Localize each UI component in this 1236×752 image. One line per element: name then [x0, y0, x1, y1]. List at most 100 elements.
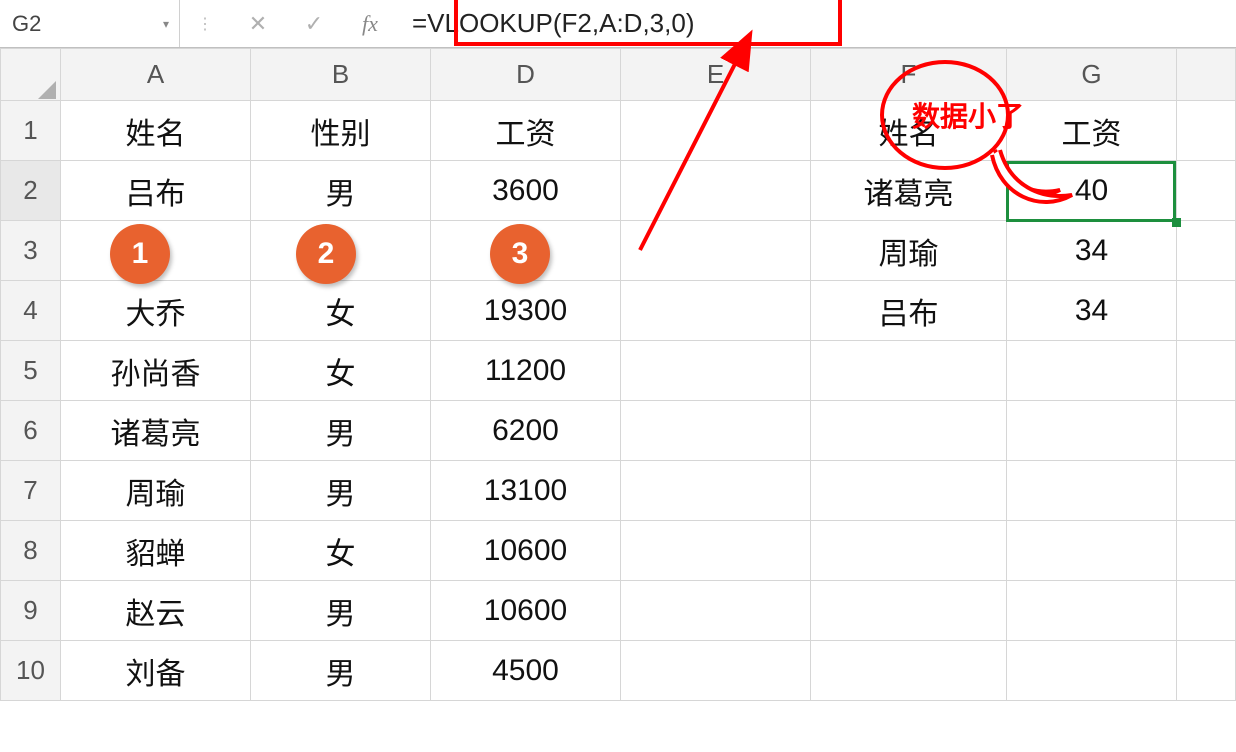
cell-B7[interactable]: 男 — [251, 461, 431, 521]
cell-F8[interactable] — [811, 521, 1007, 581]
cell-D1[interactable]: 工资 — [431, 101, 621, 161]
cell-A9[interactable]: 赵云 — [61, 581, 251, 641]
cell-blank-5[interactable] — [1177, 341, 1236, 401]
cell-blank-2[interactable] — [1177, 161, 1236, 221]
cell-F1[interactable]: 姓名 — [811, 101, 1007, 161]
fill-handle[interactable] — [1172, 218, 1181, 227]
cell-E7[interactable] — [621, 461, 811, 521]
cell-blank-7[interactable] — [1177, 461, 1236, 521]
cell-G8[interactable] — [1007, 521, 1177, 581]
col-header-G[interactable]: G — [1007, 49, 1177, 101]
cell-blank-3[interactable] — [1177, 221, 1236, 281]
cell-D2[interactable]: 3600 — [431, 161, 621, 221]
cell-blank-6[interactable] — [1177, 401, 1236, 461]
cell-G4[interactable]: 34 — [1007, 281, 1177, 341]
cell-E6[interactable] — [621, 401, 811, 461]
cell-F2[interactable]: 诸葛亮 — [811, 161, 1007, 221]
cell-D8[interactable]: 10600 — [431, 521, 621, 581]
cell-G1[interactable]: 工资 — [1007, 101, 1177, 161]
cell-F4[interactable]: 吕布 — [811, 281, 1007, 341]
cell-B2[interactable]: 男 — [251, 161, 431, 221]
cell-F5[interactable] — [811, 341, 1007, 401]
cell-D4[interactable]: 19300 — [431, 281, 621, 341]
cell-B3[interactable] — [251, 221, 431, 281]
cell-G10[interactable] — [1007, 641, 1177, 701]
row-header-5[interactable]: 5 — [1, 341, 61, 401]
cell-B9[interactable]: 男 — [251, 581, 431, 641]
row-header-8[interactable]: 8 — [1, 521, 61, 581]
cell-E5[interactable] — [621, 341, 811, 401]
cell-D10[interactable]: 4500 — [431, 641, 621, 701]
formula-text: =VLOOKUP(F2,A:D,3,0) — [412, 8, 694, 39]
spreadsheet-grid[interactable]: A B D E F G 1 姓名 性别 工资 姓名 工资 2 吕布 男 3600… — [0, 48, 1236, 701]
row-header-7[interactable]: 7 — [1, 461, 61, 521]
cell-blank-1[interactable] — [1177, 101, 1236, 161]
cell-G7[interactable] — [1007, 461, 1177, 521]
cell-E10[interactable] — [621, 641, 811, 701]
cell-F10[interactable] — [811, 641, 1007, 701]
row-1: 1 姓名 性别 工资 姓名 工资 — [1, 101, 1236, 161]
cell-G2[interactable]: 40 — [1007, 161, 1177, 221]
col-header-E[interactable]: E — [621, 49, 811, 101]
col-header-blank[interactable] — [1177, 49, 1236, 101]
fx-icon[interactable]: fx — [342, 0, 398, 47]
cell-D9[interactable]: 10600 — [431, 581, 621, 641]
cell-A4[interactable]: 大乔 — [61, 281, 251, 341]
cell-G3[interactable]: 34 — [1007, 221, 1177, 281]
cell-B4[interactable]: 女 — [251, 281, 431, 341]
cell-blank-10[interactable] — [1177, 641, 1236, 701]
row-header-3[interactable]: 3 — [1, 221, 61, 281]
cell-G9[interactable] — [1007, 581, 1177, 641]
cell-A7[interactable]: 周瑜 — [61, 461, 251, 521]
cell-B6[interactable]: 男 — [251, 401, 431, 461]
cell-D5[interactable]: 11200 — [431, 341, 621, 401]
cell-A6[interactable]: 诸葛亮 — [61, 401, 251, 461]
row-header-1[interactable]: 1 — [1, 101, 61, 161]
col-header-F[interactable]: F — [811, 49, 1007, 101]
col-header-D[interactable]: D — [431, 49, 621, 101]
cell-F3[interactable]: 周瑜 — [811, 221, 1007, 281]
cell-E1[interactable] — [621, 101, 811, 161]
formula-input[interactable]: =VLOOKUP(F2,A:D,3,0) — [398, 0, 1236, 47]
cell-D6[interactable]: 6200 — [431, 401, 621, 461]
cell-A5[interactable]: 孙尚香 — [61, 341, 251, 401]
cell-A3[interactable]: 乔 — [61, 221, 251, 281]
row-header-4[interactable]: 4 — [1, 281, 61, 341]
name-box[interactable]: G2 ▾ — [0, 0, 180, 47]
col-header-B[interactable]: B — [251, 49, 431, 101]
cell-E3[interactable] — [621, 221, 811, 281]
cell-F6[interactable] — [811, 401, 1007, 461]
cell-B8[interactable]: 女 — [251, 521, 431, 581]
cell-blank-4[interactable] — [1177, 281, 1236, 341]
cancel-icon[interactable]: ✕ — [230, 0, 286, 47]
cell-A1[interactable]: 姓名 — [61, 101, 251, 161]
row-8: 8 貂蝉 女 10600 — [1, 521, 1236, 581]
cell-E8[interactable] — [621, 521, 811, 581]
cell-E4[interactable] — [621, 281, 811, 341]
cell-B10[interactable]: 男 — [251, 641, 431, 701]
cell-blank-8[interactable] — [1177, 521, 1236, 581]
cell-A8[interactable]: 貂蝉 — [61, 521, 251, 581]
cell-E9[interactable] — [621, 581, 811, 641]
row-header-9[interactable]: 9 — [1, 581, 61, 641]
col-header-A[interactable]: A — [61, 49, 251, 101]
cell-E2[interactable] — [621, 161, 811, 221]
cell-G6[interactable] — [1007, 401, 1177, 461]
cell-G5[interactable] — [1007, 341, 1177, 401]
cell-D7[interactable]: 13100 — [431, 461, 621, 521]
cell-A10[interactable]: 刘备 — [61, 641, 251, 701]
enter-icon[interactable]: ✓ — [286, 0, 342, 47]
row-6: 6 诸葛亮 男 6200 — [1, 401, 1236, 461]
cell-B5[interactable]: 女 — [251, 341, 431, 401]
cell-F7[interactable] — [811, 461, 1007, 521]
cell-blank-9[interactable] — [1177, 581, 1236, 641]
row-header-6[interactable]: 6 — [1, 401, 61, 461]
cell-F9[interactable] — [811, 581, 1007, 641]
row-header-2[interactable]: 2 — [1, 161, 61, 221]
cell-B1[interactable]: 性别 — [251, 101, 431, 161]
dropdown-caret-icon[interactable]: ▾ — [163, 17, 169, 31]
select-all-corner[interactable] — [1, 49, 61, 101]
cell-A2[interactable]: 吕布 — [61, 161, 251, 221]
cell-D3[interactable]: 1 — [431, 221, 621, 281]
row-header-10[interactable]: 10 — [1, 641, 61, 701]
